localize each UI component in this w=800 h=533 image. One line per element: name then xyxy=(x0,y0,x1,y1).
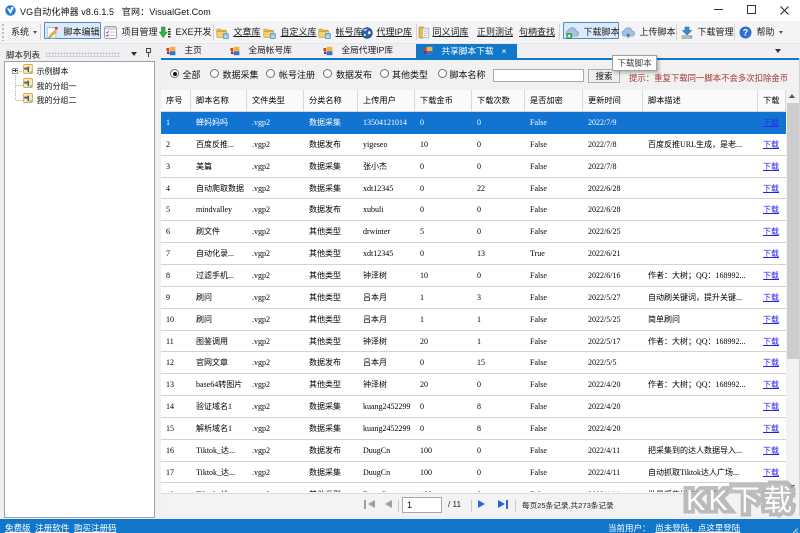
svg-text:?: ? xyxy=(743,28,749,38)
svg-text:KK下载: KK下载 xyxy=(686,484,792,517)
